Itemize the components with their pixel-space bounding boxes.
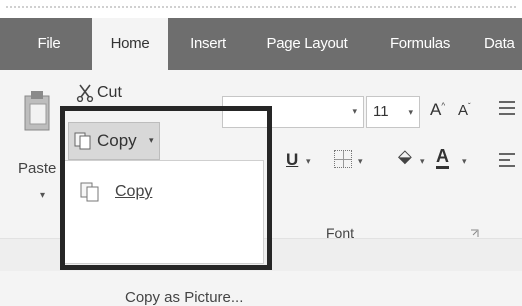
underline-icon[interactable]: U (286, 150, 298, 170)
border-icon[interactable] (334, 150, 352, 168)
copy-icon (74, 132, 91, 150)
menu-item-copy-as-picture-label: Copy as Picture... (125, 289, 244, 306)
tab-page-layout[interactable]: Page Layout (258, 18, 356, 70)
dialog-launcher-icon[interactable] (470, 229, 479, 238)
align-top-icon[interactable] (498, 98, 516, 118)
paste-dropdown-caret[interactable]: ▾ (40, 190, 45, 201)
font-group-label: Font (326, 225, 355, 241)
font-size-combobox[interactable]: 11 ▾ (366, 96, 420, 128)
menu-item-copy-as-picture[interactable]: Copy as Picture... (65, 215, 263, 306)
tab-file[interactable]: File (26, 18, 72, 70)
chevron-down-icon[interactable]: ▾ (149, 135, 154, 146)
grow-font-icon[interactable]: A^ (430, 100, 445, 120)
chevron-down-icon[interactable]: ▾ (306, 156, 311, 167)
tab-formulas[interactable]: Formulas (380, 18, 460, 70)
chevron-down-icon[interactable]: ▾ (462, 156, 467, 167)
shrink-font-icon[interactable]: Aˇ (458, 102, 471, 119)
dotted-line (6, 6, 516, 9)
chevron-down-icon[interactable]: ▾ (358, 156, 363, 167)
copy-split-button[interactable]: Copy ▾ (68, 122, 160, 160)
font-size-value: 11 (373, 103, 389, 120)
align-left-icon[interactable] (498, 150, 516, 170)
chevron-down-icon[interactable]: ▾ (352, 106, 357, 117)
cut-icon[interactable] (76, 84, 94, 102)
font-color-icon[interactable]: A (436, 146, 449, 169)
top-strip (0, 0, 522, 19)
cut-button-label[interactable]: Cut (97, 84, 122, 102)
chevron-down-icon[interactable]: ▾ (420, 156, 425, 167)
chevron-down-icon[interactable]: ▾ (408, 97, 413, 127)
copy-icon (80, 182, 99, 202)
copy-dropdown-menu: Copy Copy as Picture... (64, 160, 264, 306)
tab-insert[interactable]: Insert (180, 18, 236, 70)
paste-icon[interactable] (22, 88, 52, 132)
copy-button-label: Copy (97, 131, 137, 150)
menu-item-copy[interactable]: Copy (65, 161, 263, 213)
tab-home[interactable]: Home (92, 18, 168, 72)
menu-item-copy-label: Copy (115, 183, 153, 200)
paste-button-label[interactable]: Paste (18, 160, 56, 177)
font-name-combobox[interactable]: ▾ (222, 96, 364, 128)
tab-data[interactable]: Data (484, 18, 522, 70)
fill-color-icon[interactable]: ⬙ (398, 146, 412, 167)
ribbon-tab-bar: File Home Insert Page Layout Formulas Da… (0, 18, 522, 72)
